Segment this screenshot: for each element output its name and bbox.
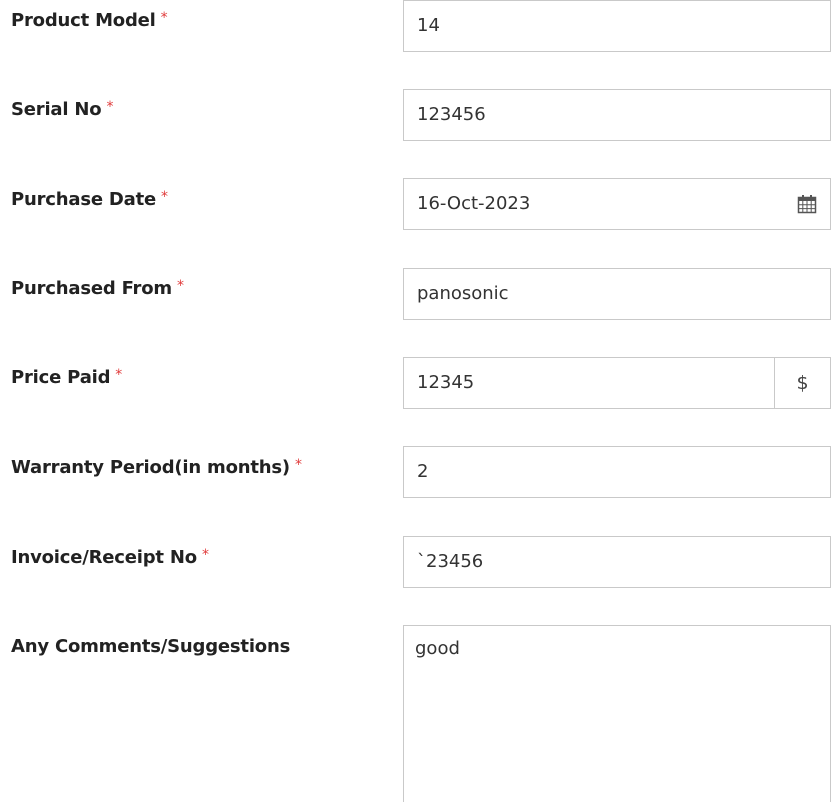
purchase-date-label: Purchase Date * bbox=[11, 189, 168, 210]
serial-no-value: 123456 bbox=[417, 104, 486, 125]
product-model-input[interactable]: 14 bbox=[403, 0, 831, 52]
product-model-label: Product Model * bbox=[11, 10, 168, 31]
product-model-label-text: Product Model bbox=[11, 10, 156, 31]
required-asterisk: * bbox=[160, 10, 168, 26]
required-asterisk: * bbox=[161, 189, 168, 205]
price-paid-value: 12345 bbox=[417, 372, 475, 393]
warranty-period-label: Warranty Period(in months) * bbox=[11, 457, 302, 478]
serial-no-input[interactable]: 123456 bbox=[403, 89, 831, 141]
invoice-no-input[interactable]: `23456 bbox=[403, 536, 831, 588]
price-paid-label-text: Price Paid bbox=[11, 367, 111, 388]
serial-no-label: Serial No * bbox=[11, 99, 113, 120]
calendar-icon[interactable] bbox=[797, 194, 817, 214]
warranty-period-label-text: Warranty Period(in months) bbox=[11, 457, 290, 478]
warranty-period-input[interactable]: 2 bbox=[403, 446, 831, 498]
purchased-from-value: panosonic bbox=[417, 283, 509, 304]
purchase-date-value: 16-Oct-2023 bbox=[417, 193, 531, 214]
invoice-no-label: Invoice/Receipt No * bbox=[11, 547, 209, 568]
purchased-from-label: Purchased From * bbox=[11, 278, 184, 299]
comments-label: Any Comments/Suggestions bbox=[11, 636, 290, 657]
required-asterisk: * bbox=[201, 547, 209, 563]
required-asterisk: * bbox=[176, 278, 184, 294]
required-asterisk: * bbox=[115, 367, 123, 383]
comments-value: good bbox=[415, 638, 460, 659]
required-asterisk: * bbox=[106, 99, 114, 115]
price-paid-input[interactable]: 12345 $ bbox=[403, 357, 831, 409]
warranty-registration-form: Product Model * 14 Serial No * 123456 Purc… bbox=[0, 0, 833, 802]
invoice-no-value: `23456 bbox=[417, 551, 484, 572]
purchased-from-input[interactable]: panosonic bbox=[403, 268, 831, 320]
serial-no-label-text: Serial No bbox=[11, 99, 102, 120]
comments-label-text: Any Comments/Suggestions bbox=[11, 636, 291, 657]
product-model-value: 14 bbox=[417, 15, 440, 36]
invoice-no-label-text: Invoice/Receipt No bbox=[11, 547, 197, 568]
purchased-from-label-text: Purchased From bbox=[11, 278, 172, 299]
price-paid-label: Price Paid * bbox=[11, 367, 122, 388]
purchase-date-input[interactable]: 16-Oct-2023 bbox=[403, 178, 831, 230]
purchase-date-label-text: Purchase Date bbox=[11, 189, 157, 210]
required-asterisk: * bbox=[294, 457, 302, 473]
warranty-period-value: 2 bbox=[417, 461, 429, 482]
currency-addon: $ bbox=[774, 358, 830, 408]
comments-textarea[interactable]: good bbox=[403, 625, 831, 802]
